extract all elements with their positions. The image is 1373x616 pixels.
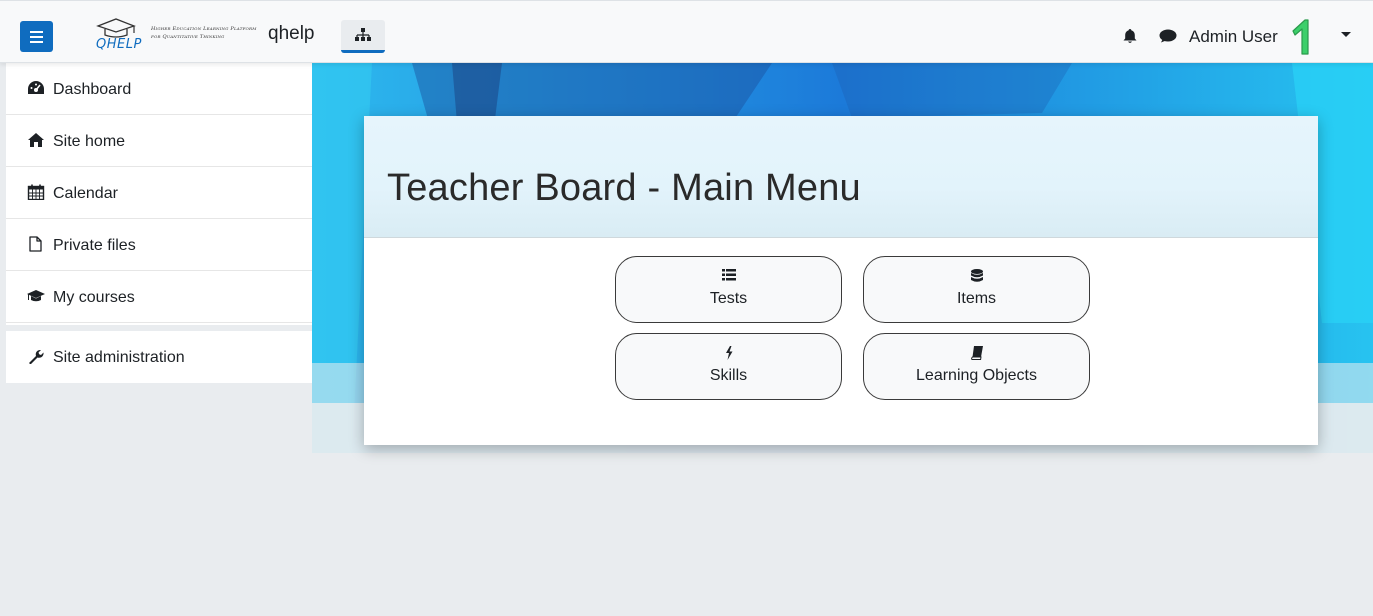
- sidebar-item-site-home[interactable]: Site home: [6, 115, 312, 167]
- calendar-icon: [27, 184, 45, 200]
- sidebar-item-site-administration[interactable]: Site administration: [6, 331, 312, 383]
- skills-button[interactable]: Skills: [615, 333, 842, 400]
- wrench-icon: [29, 349, 44, 364]
- tile-label: Items: [956, 290, 997, 307]
- menu-toggle-button[interactable]: [20, 21, 53, 52]
- tile-label: Skills: [709, 367, 748, 384]
- main-menu-card: Teacher Board - Main Menu Tests Items Sk…: [364, 116, 1318, 445]
- learning-objects-button[interactable]: Learning Objects: [863, 333, 1090, 400]
- card-header: Teacher Board - Main Menu: [364, 116, 1318, 238]
- site-logo[interactable]: QHELP Higher Education Learning Platform…: [92, 18, 262, 52]
- caret-down-icon[interactable]: [1341, 32, 1351, 37]
- sitemap-icon: [355, 28, 371, 41]
- sitemap-button[interactable]: [341, 20, 385, 53]
- site-brand[interactable]: qhelp: [268, 23, 315, 45]
- items-button[interactable]: Items: [863, 256, 1090, 323]
- sidebar-item-label: Calendar: [53, 185, 118, 202]
- sidebar-item-label: Private files: [53, 237, 136, 254]
- tile-label: Tests: [709, 290, 748, 307]
- home-icon: [28, 133, 44, 147]
- list-icon: [721, 269, 736, 281]
- chat-icon[interactable]: [1159, 29, 1177, 44]
- menu-icon: [30, 30, 43, 33]
- tile-label: Learning Objects: [916, 367, 1037, 384]
- bell-icon[interactable]: [1123, 29, 1137, 44]
- page-title: Teacher Board - Main Menu: [387, 167, 861, 209]
- sidebar-item-my-courses[interactable]: My courses: [6, 271, 312, 323]
- graduation-cap-icon: [27, 290, 45, 302]
- book-icon: [970, 346, 983, 360]
- sidebar-item-private-files[interactable]: Private files: [6, 219, 312, 271]
- file-icon: [29, 236, 42, 252]
- sidebar-item-label: Site home: [53, 133, 126, 150]
- dashboard-icon: [28, 81, 44, 94]
- logo-tagline: Higher Education Learning Platform for Q…: [151, 26, 257, 40]
- tests-button[interactable]: Tests: [615, 256, 842, 323]
- sidebar-item-label: My courses: [53, 289, 135, 306]
- navbar: QHELP Higher Education Learning Platform…: [0, 0, 1373, 63]
- bolt-icon: [725, 346, 732, 360]
- user-name[interactable]: Admin User: [1189, 27, 1278, 47]
- sidebar-item-label: Dashboard: [53, 81, 132, 98]
- database-icon: [970, 269, 983, 282]
- avatar[interactable]: [1290, 17, 1316, 57]
- sidebar-nav: Dashboard Site home Calendar Private fil…: [6, 63, 312, 383]
- sidebar-item-dashboard[interactable]: Dashboard: [6, 63, 312, 115]
- sidebar-item-label: Site administration: [53, 349, 185, 366]
- sidebar-item-calendar[interactable]: Calendar: [6, 167, 312, 219]
- logo-word: QHELP: [96, 37, 142, 52]
